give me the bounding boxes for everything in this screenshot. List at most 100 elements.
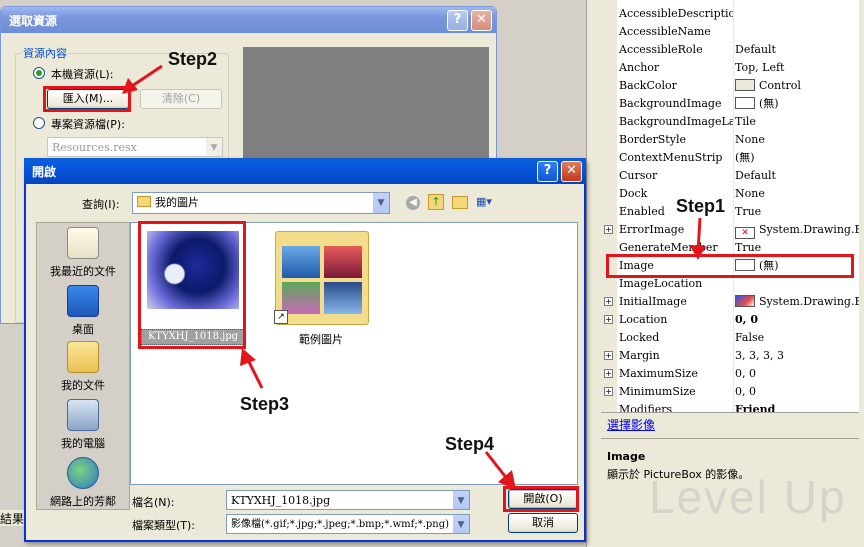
property-row[interactable]: ContextMenuStrip (無) <box>601 149 859 167</box>
property-row[interactable]: + InitialImage System.Drawing.Bitmap <box>601 293 859 311</box>
place-my-documents[interactable]: 我的文件 <box>37 341 129 393</box>
property-row[interactable]: + ErrorImage ✕ System.Drawing.Bitmap <box>601 221 859 239</box>
property-name: Cursor <box>619 169 658 182</box>
property-name: Anchor <box>619 61 660 74</box>
property-row[interactable]: BorderStyle None <box>601 131 859 149</box>
project-resource-radio[interactable] <box>33 117 45 129</box>
chevron-down-icon: ▼ <box>452 491 469 509</box>
property-row[interactable]: + Location 0, 0 <box>601 311 859 329</box>
property-value[interactable]: ✕ System.Drawing.Bitmap <box>735 221 859 239</box>
property-value[interactable]: False <box>735 329 859 347</box>
help-icon[interactable]: ? <box>537 161 558 182</box>
file-name-folder: 範例圖片 <box>299 333 343 346</box>
property-name: AccessibleDescription <box>619 7 733 20</box>
property-row[interactable]: AccessibleRole Default <box>601 41 859 59</box>
property-row[interactable]: + MaximumSize 0, 0 <box>601 365 859 383</box>
property-row[interactable]: + MinimumSize 0, 0 <box>601 383 859 401</box>
project-resource-combo[interactable]: Resources.resx ▼ <box>47 137 223 157</box>
lookin-combo[interactable]: 我的圖片 ▼ <box>132 192 390 214</box>
close-icon[interactable]: ✕ <box>561 161 582 182</box>
cancel-button[interactable]: 取消 <box>508 513 578 533</box>
expand-icon[interactable]: + <box>604 387 613 396</box>
desktop-icon <box>67 285 99 317</box>
property-row[interactable]: AccessibleDescription <box>601 5 859 23</box>
property-value[interactable]: (無) <box>735 95 859 113</box>
property-value[interactable]: (無) <box>735 149 859 167</box>
folder-icon <box>137 196 151 207</box>
property-row[interactable]: BackgroundImageLayoutTile <box>601 113 859 131</box>
property-row[interactable]: Modifiers Friend <box>601 401 859 412</box>
place-network[interactable]: 網路上的芳鄰 <box>37 457 129 509</box>
property-value[interactable]: Tile <box>735 113 859 131</box>
close-icon[interactable]: ✕ <box>471 10 492 31</box>
property-value[interactable]: Default <box>735 167 859 185</box>
up-folder-icon[interactable]: ↑ <box>428 194 444 210</box>
property-value-text: (無) <box>735 151 755 164</box>
new-folder-icon[interactable] <box>452 196 468 209</box>
property-name: Location <box>619 313 668 326</box>
property-value[interactable]: 0, 0 <box>735 365 859 383</box>
property-value-text: (無) <box>759 97 779 110</box>
property-value[interactable]: 3, 3, 3, 3 <box>735 347 859 365</box>
filename-input[interactable]: KTYXHJ_1018.jpg ▼ <box>226 490 470 510</box>
help-icon[interactable]: ? <box>447 10 468 31</box>
file-item-sample-folder[interactable]: ↗ 範例圖片 <box>269 227 373 346</box>
chevron-down-icon: ▼ <box>372 193 389 213</box>
property-row[interactable]: AccessibleName <box>601 23 859 41</box>
places-bar: 我最近的文件 桌面 我的文件 我的電腦 網路上的芳鄰 <box>36 222 130 510</box>
place-desktop[interactable]: 桌面 <box>37 285 129 337</box>
property-grid: AccessibleDescription AccessibleName Acces… <box>601 0 859 412</box>
sample-pictures-folder-icon: ↗ <box>274 231 369 325</box>
property-value[interactable]: System.Drawing.Bitmap <box>735 293 859 311</box>
property-row[interactable]: Dock None <box>601 185 859 203</box>
property-name: BackgroundImageLayout <box>619 115 733 128</box>
property-row[interactable]: Enabled True <box>601 203 859 221</box>
choose-image-link[interactable]: 選擇影像 <box>607 416 655 433</box>
property-row[interactable]: BackgroundImage (無) <box>601 95 859 113</box>
step2-arrow <box>122 64 163 94</box>
property-value-text: System.Drawing.Bitmap <box>759 223 859 236</box>
local-resource-label: 本機資源(L): <box>51 68 114 81</box>
property-name: Modifiers <box>619 403 673 412</box>
property-value[interactable]: Default <box>735 41 859 59</box>
property-value-text: 0, 0 <box>735 313 758 326</box>
property-value-text: True <box>735 205 762 218</box>
property-value-text: None <box>735 187 765 200</box>
property-value[interactable]: Top, Left <box>735 59 859 77</box>
image-row-highlight <box>606 254 854 278</box>
filetype-label: 檔案類型(T): <box>132 519 196 532</box>
property-row[interactable]: Anchor Top, Left <box>601 59 859 77</box>
property-row[interactable]: Cursor Default <box>601 167 859 185</box>
filetype-combo[interactable]: 影像檔(*.gif;*.jpg;*.jpeg;*.bmp;*.wmf;*.png… <box>226 514 470 534</box>
property-value[interactable]: Control <box>735 77 859 95</box>
property-value-text: Default <box>735 169 776 182</box>
place-recent[interactable]: 我最近的文件 <box>37 227 129 279</box>
property-value[interactable]: None <box>735 185 859 203</box>
property-value-text: False <box>735 331 765 344</box>
place-my-computer[interactable]: 我的電腦 <box>37 399 129 451</box>
property-name: AccessibleRole <box>619 43 703 56</box>
view-menu-icon[interactable]: ▦▾ <box>476 195 498 210</box>
lookin-label: 查詢(I): <box>82 198 120 211</box>
expand-icon[interactable]: + <box>604 369 613 378</box>
property-row[interactable]: Locked False <box>601 329 859 347</box>
expand-icon[interactable]: + <box>604 297 613 306</box>
property-value[interactable]: 0, 0 <box>735 383 859 401</box>
property-row[interactable]: + Margin 3, 3, 3, 3 <box>601 347 859 365</box>
property-value-text: 3, 3, 3, 3 <box>735 349 784 362</box>
property-row[interactable]: BackColor Control <box>601 77 859 95</box>
property-value[interactable]: 0, 0 <box>735 311 859 329</box>
property-name: MaximumSize <box>619 367 698 380</box>
property-value[interactable]: None <box>735 131 859 149</box>
expand-icon[interactable]: + <box>604 315 613 324</box>
local-resource-radio[interactable] <box>33 67 45 79</box>
expand-icon[interactable]: + <box>604 225 613 234</box>
value-swatch-icon <box>735 97 755 109</box>
status-text: 結果 <box>0 510 25 526</box>
expand-icon[interactable]: + <box>604 351 613 360</box>
back-icon[interactable]: ◀ <box>406 196 420 210</box>
property-value[interactable]: Friend <box>735 401 859 412</box>
property-value[interactable]: True <box>735 203 859 221</box>
property-name: Locked <box>619 331 660 344</box>
preview-area <box>243 47 489 167</box>
